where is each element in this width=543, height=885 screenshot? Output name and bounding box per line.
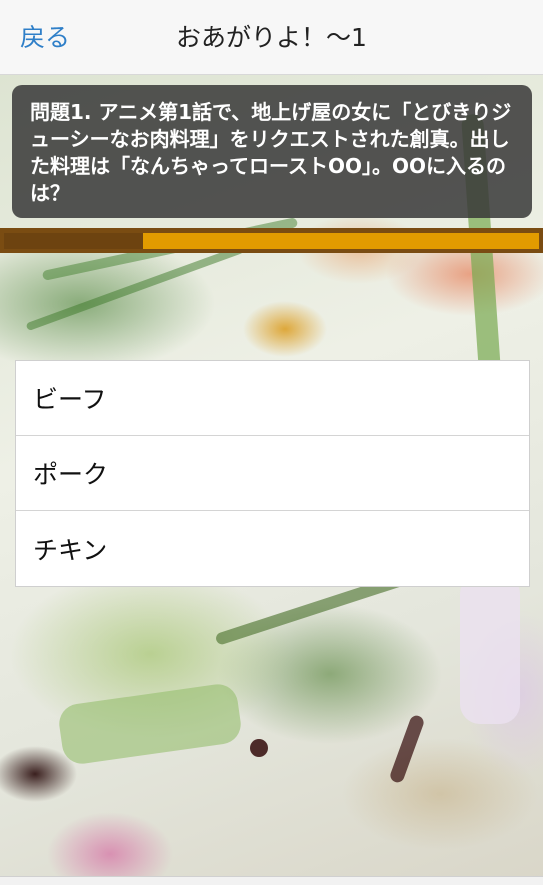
- answer-option-3[interactable]: チキン: [16, 511, 529, 586]
- bottom-bar: [0, 876, 543, 885]
- question-panel: 問題1. アニメ第1話で、地上げ屋の女に「とびきりジューシーなお肉料理」をリクエ…: [12, 85, 532, 218]
- timer-bar: [0, 228, 543, 253]
- answer-option-1[interactable]: ビーフ: [16, 361, 529, 436]
- question-text: 問題1. アニメ第1話で、地上げ屋の女に「とびきりジューシーなお肉料理」をリクエ…: [30, 100, 512, 205]
- answer-option-2[interactable]: ポーク: [16, 436, 529, 511]
- timer-track: [4, 233, 539, 249]
- answer-list: ビーフ ポーク チキン: [15, 360, 530, 587]
- nav-bar: 戻る おあがりよ！〜1: [0, 0, 543, 75]
- quiz-screen: 戻る おあがりよ！〜1 問題1. アニメ第1話で、地上げ屋の女に「とびきりジュー…: [0, 0, 543, 885]
- page-title: おあがりよ！〜1: [176, 23, 367, 52]
- timer-elapsed: [4, 233, 144, 249]
